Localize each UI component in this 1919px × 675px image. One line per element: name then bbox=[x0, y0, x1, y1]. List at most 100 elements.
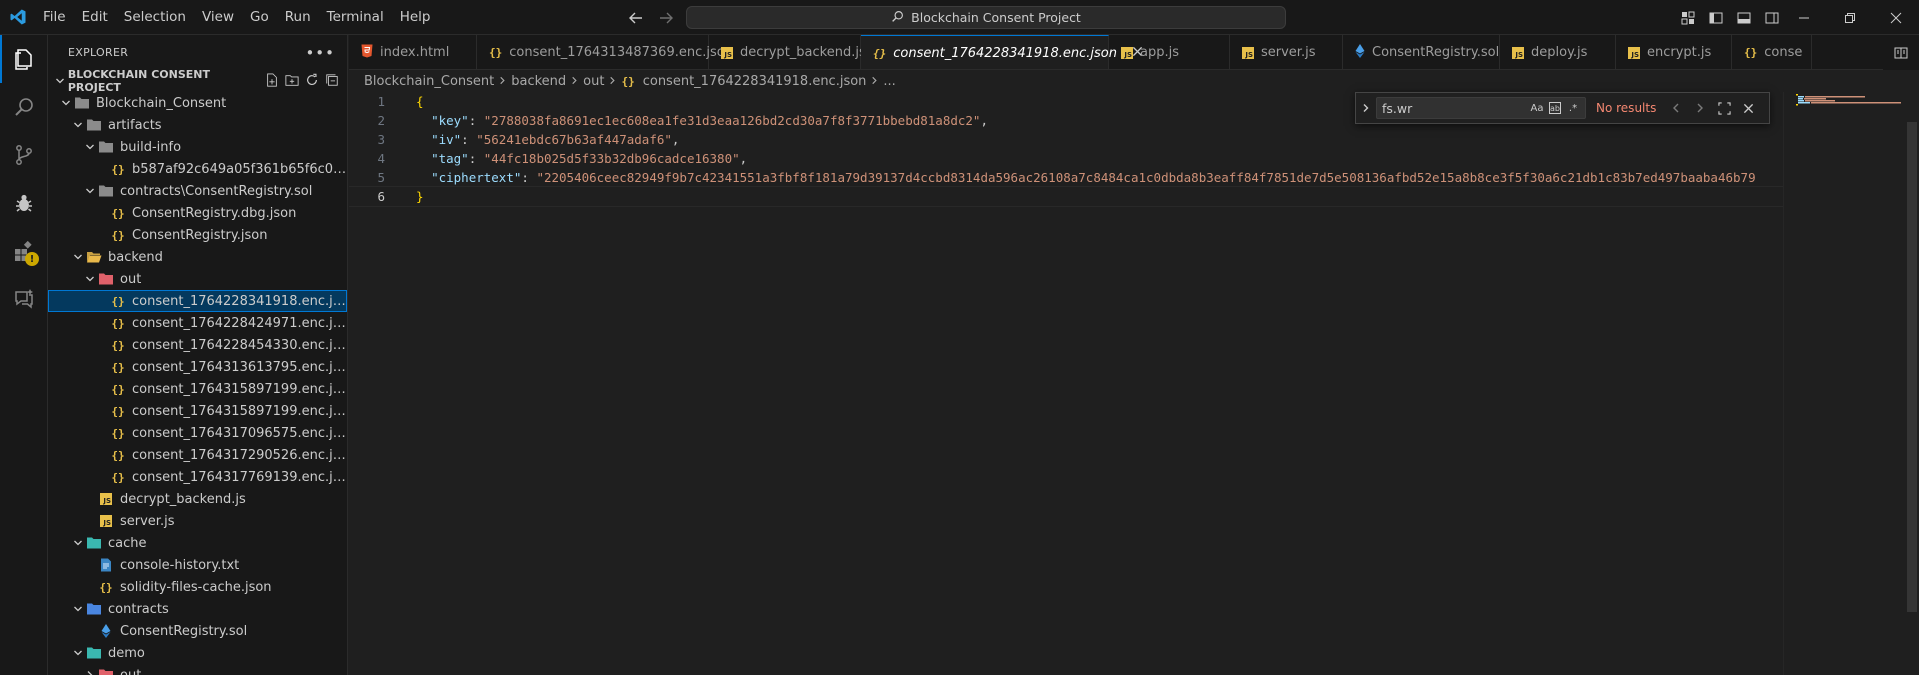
tree-file[interactable]: {} consent_1764317769139.enc.json bbox=[48, 466, 347, 488]
tree-file[interactable]: {} consent_1764228424971.enc.json bbox=[48, 312, 347, 334]
menu-terminal[interactable]: Terminal bbox=[319, 0, 392, 35]
collapse-all-icon[interactable] bbox=[325, 73, 339, 90]
tree-folder[interactable]: Blockchain_Consent bbox=[48, 92, 347, 114]
tree-folder[interactable]: out bbox=[48, 664, 347, 675]
breadcrumb-item[interactable]: ... bbox=[883, 74, 895, 89]
code-line[interactable]: 5 "ciphertext": "2205406ceec82949f9b7c42… bbox=[349, 168, 1783, 187]
tree-file[interactable]: {} consent_1764317290526.enc.json bbox=[48, 444, 347, 466]
command-center-search[interactable]: Blockchain Consent Project bbox=[686, 6, 1286, 29]
code-line[interactable]: 3 "iv": "56241ebdc67b63af447adaf6", bbox=[349, 130, 1783, 149]
tree-item-label: ConsentRegistry.sol bbox=[120, 623, 248, 639]
tree-file[interactable]: JS server.js bbox=[48, 510, 347, 532]
code-text: "tag": "44fc18b025d5f33b32db96cadce16380… bbox=[389, 151, 747, 166]
code-line[interactable]: 4 "tag": "44fc18b025d5f33b32db96cadce163… bbox=[349, 149, 1783, 168]
find-in-selection-icon[interactable] bbox=[1712, 96, 1736, 120]
minimap[interactable] bbox=[1783, 92, 1905, 675]
tree-file[interactable]: {} ConsentRegistry.dbg.json bbox=[48, 202, 347, 224]
tree-folder[interactable]: cache bbox=[48, 532, 347, 554]
next-match-icon[interactable] bbox=[1688, 96, 1712, 120]
tree-folder[interactable]: artifacts bbox=[48, 114, 347, 136]
menu-help[interactable]: Help bbox=[392, 0, 439, 35]
editor-tab[interactable]: index.html bbox=[349, 35, 477, 69]
explorer-icon[interactable] bbox=[0, 35, 48, 83]
tree-item-label: server.js bbox=[120, 513, 175, 529]
refresh-icon[interactable] bbox=[305, 73, 319, 90]
editor-tab[interactable]: {} consent_1764228341918.enc.json bbox=[861, 35, 1143, 69]
breadcrumb-item[interactable]: out bbox=[583, 74, 604, 89]
search-activity-icon[interactable] bbox=[0, 83, 48, 131]
editor-tab[interactable]: JS encrypt.js bbox=[1616, 35, 1732, 69]
find-input[interactable]: fs.wr Aa ab .* bbox=[1376, 97, 1586, 119]
toggle-panel-icon[interactable] bbox=[1732, 6, 1756, 30]
split-editor-icon[interactable] bbox=[1883, 35, 1919, 70]
tree-file[interactable]: {} b587af92c649a05f361b65f6c0b1964... bbox=[48, 158, 347, 180]
menu-go[interactable]: Go bbox=[242, 0, 277, 35]
new-file-icon[interactable] bbox=[265, 72, 279, 90]
close-window-icon[interactable] bbox=[1873, 0, 1919, 35]
run-debug-icon[interactable] bbox=[0, 179, 48, 227]
previous-match-icon[interactable] bbox=[1664, 96, 1688, 120]
tree-file[interactable]: {} consent_1764228454330.enc.json bbox=[48, 334, 347, 356]
editor-tab[interactable]: {} consent_1764313487369.enc.json bbox=[477, 35, 733, 69]
folder-out-icon bbox=[98, 667, 114, 675]
tree-file[interactable]: console-history.txt bbox=[48, 554, 347, 576]
editor-tab[interactable]: JS decrypt_backend.js bbox=[709, 35, 866, 69]
tree-file[interactable]: {} consent_1764228341918.enc.json bbox=[48, 290, 347, 312]
vertical-scrollbar[interactable] bbox=[1905, 92, 1919, 675]
json-file-icon: {} bbox=[111, 360, 125, 374]
menu-edit[interactable]: Edit bbox=[74, 0, 116, 35]
tree-folder[interactable]: demo bbox=[48, 642, 347, 664]
match-case-icon[interactable]: Aa bbox=[1529, 100, 1545, 116]
toggle-primary-sidebar-icon[interactable] bbox=[1704, 6, 1728, 30]
editor-tab[interactable]: ConsentRegistry.sol bbox=[1343, 35, 1500, 69]
customize-layout-icon[interactable] bbox=[1676, 6, 1700, 30]
source-control-icon[interactable] bbox=[0, 131, 48, 179]
menu-run[interactable]: Run bbox=[277, 0, 319, 35]
forward-arrow-icon[interactable] bbox=[656, 8, 676, 28]
tree-item-label: b587af92c649a05f361b65f6c0b1964... bbox=[132, 161, 347, 177]
editor-tab[interactable]: {} conse bbox=[1732, 35, 1812, 69]
new-folder-icon[interactable] bbox=[285, 73, 299, 90]
match-whole-word-icon[interactable]: ab bbox=[1549, 102, 1561, 114]
code-editor[interactable]: 1 {2 "key": "2788038fa8691ec1ec608ea1fe31… bbox=[349, 92, 1783, 675]
tree-folder[interactable]: backend bbox=[48, 246, 347, 268]
restore-icon[interactable] bbox=[1827, 0, 1873, 35]
workspace-section-header[interactable]: BLOCKCHAIN CONSENT PROJECT bbox=[48, 68, 347, 94]
text-file-icon bbox=[98, 557, 114, 573]
tree-file[interactable]: {} consent_1764315897199.enc.json bbox=[48, 378, 347, 400]
tree-folder[interactable]: out bbox=[48, 268, 347, 290]
back-arrow-icon[interactable] bbox=[626, 8, 646, 28]
chat-icon[interactable] bbox=[0, 275, 48, 323]
tree-file[interactable]: ConsentRegistry.sol bbox=[48, 620, 347, 642]
use-regex-icon[interactable]: .* bbox=[1565, 100, 1581, 116]
editor-tab[interactable]: JS app.js bbox=[1109, 35, 1230, 69]
tree-folder[interactable]: build-info bbox=[48, 136, 347, 158]
code-token: "ciphertext" bbox=[431, 170, 522, 185]
tree-file[interactable]: {} consent_1764315897199.enc.json.m... bbox=[48, 400, 347, 422]
tree-file[interactable]: {} solidity-files-cache.json bbox=[48, 576, 347, 598]
minimize-icon[interactable] bbox=[1781, 0, 1827, 35]
tree-file[interactable]: {} ConsentRegistry.json bbox=[48, 224, 347, 246]
editor-tabs: index.html {} consent_1764313487369.enc.js… bbox=[349, 35, 1919, 70]
more-actions-icon[interactable]: ••• bbox=[305, 44, 335, 62]
extensions-icon[interactable]: ! bbox=[0, 227, 48, 275]
tree-folder[interactable]: contracts bbox=[48, 598, 347, 620]
tree-file[interactable]: {} consent_1764313613795.enc.json bbox=[48, 356, 347, 378]
breadcrumb-item[interactable]: consent_1764228341918.enc.json bbox=[643, 74, 867, 89]
menu-file[interactable]: File bbox=[35, 0, 74, 35]
js-file-icon: JS bbox=[1628, 46, 1640, 59]
tree-file[interactable]: JS decrypt_backend.js bbox=[48, 488, 347, 510]
scrollbar-thumb[interactable] bbox=[1907, 122, 1917, 612]
toggle-replace-chevron-icon[interactable] bbox=[1356, 93, 1376, 123]
editor-tab[interactable]: JS server.js bbox=[1230, 35, 1343, 69]
breadcrumb-item[interactable]: Blockchain_Consent bbox=[364, 74, 494, 89]
breadcrumb-item[interactable]: backend bbox=[511, 74, 566, 89]
tree-folder[interactable]: contracts\ConsentRegistry.sol bbox=[48, 180, 347, 202]
tree-item-label: ConsentRegistry.json bbox=[132, 227, 268, 243]
code-line[interactable]: 6} bbox=[349, 186, 1783, 207]
editor-tab[interactable]: JS deploy.js bbox=[1500, 35, 1616, 69]
menu-selection[interactable]: Selection bbox=[116, 0, 194, 35]
menu-view[interactable]: View bbox=[194, 0, 242, 35]
close-find-icon[interactable] bbox=[1736, 96, 1760, 120]
tree-file[interactable]: {} consent_1764317096575.enc.json bbox=[48, 422, 347, 444]
